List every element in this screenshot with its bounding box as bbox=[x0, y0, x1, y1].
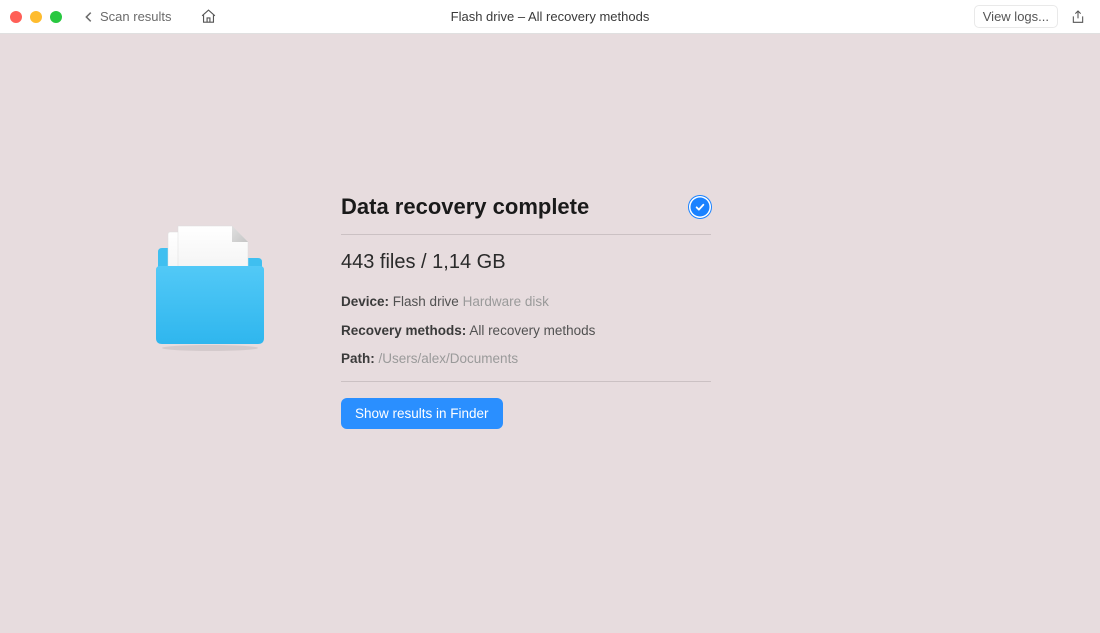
divider bbox=[341, 234, 711, 235]
content-inner: Data recovery complete 443 files / 1,14 … bbox=[140, 194, 960, 429]
success-badge bbox=[689, 196, 711, 218]
minimize-window-button[interactable] bbox=[30, 11, 42, 23]
path-value: /Users/alex/Documents bbox=[379, 351, 519, 366]
folder-icon bbox=[150, 222, 270, 352]
toolbar-right: View logs... bbox=[974, 5, 1090, 28]
main-content: Data recovery complete 443 files / 1,14 … bbox=[0, 34, 1100, 429]
details-panel: Data recovery complete 443 files / 1,14 … bbox=[341, 194, 711, 429]
path-label: Path: bbox=[341, 351, 375, 366]
folder-illustration bbox=[150, 194, 285, 429]
toolbar: Scan results Flash drive – All recovery … bbox=[0, 0, 1100, 34]
device-type: Hardware disk bbox=[463, 294, 549, 309]
stats-text: 443 files / 1,14 GB bbox=[341, 251, 711, 274]
device-row: Device: Flash drive Hardware disk bbox=[341, 292, 711, 312]
path-row: Path: /Users/alex/Documents bbox=[341, 349, 711, 369]
home-button[interactable] bbox=[200, 8, 217, 25]
close-window-button[interactable] bbox=[10, 11, 22, 23]
show-results-button[interactable]: Show results in Finder bbox=[341, 398, 503, 429]
result-heading: Data recovery complete bbox=[341, 194, 589, 220]
chevron-left-icon bbox=[82, 10, 96, 24]
window-title: Flash drive – All recovery methods bbox=[451, 9, 650, 24]
traffic-lights bbox=[10, 11, 62, 23]
share-icon bbox=[1070, 8, 1086, 26]
methods-value: All recovery methods bbox=[469, 323, 595, 338]
check-icon bbox=[694, 201, 706, 213]
methods-label: Recovery methods: bbox=[341, 323, 466, 338]
device-label: Device: bbox=[341, 294, 389, 309]
home-icon bbox=[200, 8, 217, 25]
back-label: Scan results bbox=[100, 9, 172, 24]
view-logs-button[interactable]: View logs... bbox=[974, 5, 1058, 28]
divider bbox=[341, 381, 711, 382]
maximize-window-button[interactable] bbox=[50, 11, 62, 23]
methods-row: Recovery methods: All recovery methods bbox=[341, 321, 711, 341]
title-row: Data recovery complete bbox=[341, 194, 711, 220]
share-button[interactable] bbox=[1070, 8, 1090, 26]
device-value: Flash drive bbox=[393, 294, 459, 309]
back-button[interactable]: Scan results bbox=[82, 9, 172, 24]
